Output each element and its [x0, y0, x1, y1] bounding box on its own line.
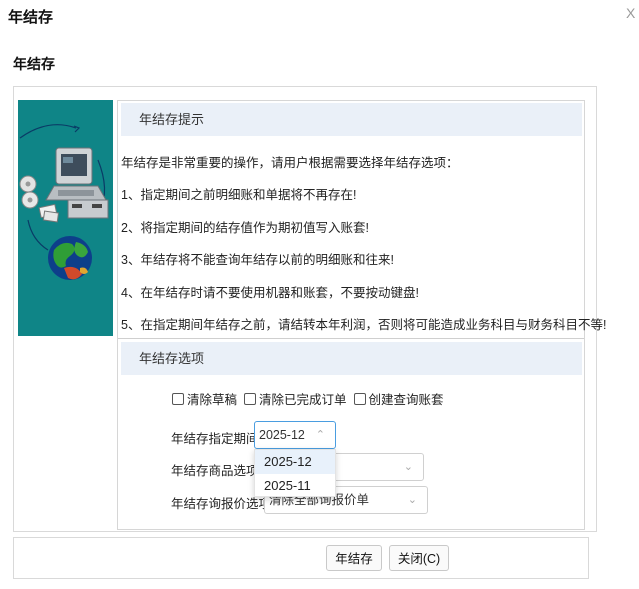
- goods-option-label: 年结存商品选项: [171, 464, 259, 478]
- chevron-down-icon: ⌄: [403, 461, 413, 473]
- checkbox-box[interactable]: [353, 392, 366, 405]
- tip-item: 3、年结存将不能查询年结存以前的明细账和往来!: [121, 253, 394, 267]
- tips-header: 年结存提示: [121, 103, 582, 136]
- tip-item: 4、在年结存时请不要使用机器和账套，不要按动键盘!: [121, 286, 419, 300]
- tip-item: 5、在指定期间年结存之前，请结转本年利润，否则将可能造成业务科目与财务科目不等!: [121, 318, 607, 332]
- period-select[interactable]: 2025-12 ⌃: [254, 421, 336, 449]
- computer-globe-icon: [19, 124, 109, 280]
- tips-intro: 年结存是非常重要的操作，请用户根据需要选择年结存选项：: [121, 156, 459, 170]
- window-title: 年结存: [8, 9, 54, 26]
- checkbox-label: 创建查询账套: [368, 393, 444, 407]
- options-header: 年结存选项: [121, 342, 582, 375]
- checkbox-box[interactable]: [244, 392, 257, 405]
- footer-bar: [13, 537, 589, 579]
- computer-globe-illustration: [18, 100, 113, 336]
- chevron-up-icon: ⌃: [315, 429, 325, 441]
- page-title: 年结存: [13, 56, 55, 72]
- checkbox-box[interactable]: [172, 392, 184, 405]
- checkbox-label: 清除已完成订单: [259, 393, 347, 407]
- close-icon[interactable]: X: [626, 5, 635, 21]
- clear-completed-orders-checkbox[interactable]: 清除已完成订单: [244, 389, 347, 408]
- tip-item: 2、将指定期间的结存值作为期初值写入账套!: [121, 221, 369, 235]
- close-button[interactable]: 关闭(C): [389, 545, 449, 571]
- create-query-account-checkbox[interactable]: 创建查询账套: [353, 389, 444, 408]
- chevron-down-icon: ⌄: [407, 494, 417, 506]
- year-end-button[interactable]: 年结存: [326, 545, 382, 571]
- period-option[interactable]: 2025-11: [255, 474, 335, 498]
- period-label: 年结存指定期间: [171, 432, 259, 446]
- clear-drafts-checkbox[interactable]: 清除草稿: [172, 389, 237, 408]
- tip-item: 1、指定期间之前明细账和单据将不再存在!: [121, 188, 357, 202]
- options-checkbox-row: 清除草稿 清除已完成订单 创建查询账套: [172, 389, 451, 408]
- section-divider: [118, 338, 584, 339]
- period-dropdown-list: 2025-12 2025-11: [254, 449, 336, 497]
- period-option[interactable]: 2025-12: [255, 450, 335, 474]
- checkbox-label: 清除草稿: [187, 393, 238, 407]
